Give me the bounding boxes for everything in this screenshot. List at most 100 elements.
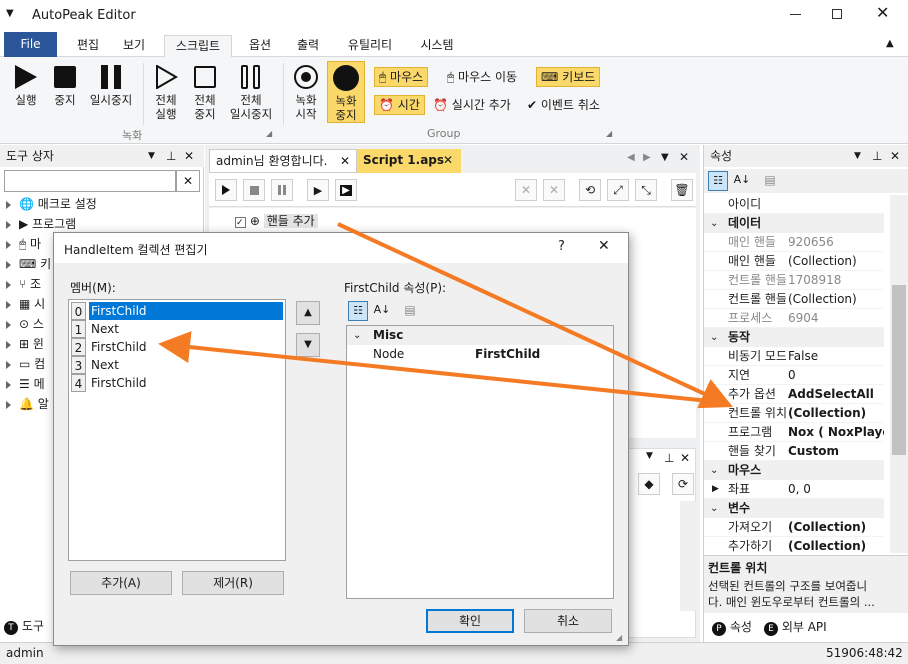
toolbox-bottom-tab[interactable]: T 도구 bbox=[4, 615, 44, 637]
editor-tab[interactable]: admin님 환영합니다. ✕ bbox=[209, 149, 357, 173]
member-item[interactable]: 4 FirstChild bbox=[71, 374, 283, 392]
tab-dropdown-icon[interactable]: ▼ bbox=[661, 152, 669, 163]
misc-category[interactable]: ⌄ Misc bbox=[347, 326, 613, 345]
tree-item[interactable]: ▦ 시 bbox=[6, 294, 45, 314]
move-down-button[interactable]: ▼ bbox=[296, 333, 320, 357]
refresh-button[interactable]: ⟲ bbox=[579, 179, 601, 201]
alphabetical-view-button[interactable]: A↓ bbox=[372, 301, 392, 321]
file-tab[interactable]: File bbox=[4, 32, 57, 57]
script-node[interactable]: ✓ ⊕ 핸들 추가 bbox=[235, 212, 318, 230]
property-row[interactable]: 매인 핸들 (Collection) bbox=[704, 252, 884, 271]
property-row[interactable]: 추가하기 (Collection) bbox=[704, 537, 884, 553]
trash-button[interactable]: 🗑 bbox=[671, 179, 693, 201]
resize-grip-icon[interactable]: ◢ bbox=[616, 633, 622, 642]
pin-icon[interactable]: ⊥ bbox=[166, 145, 176, 167]
tree-item[interactable]: ☰ 메 bbox=[6, 374, 45, 394]
reload-button[interactable]: ⟳ bbox=[672, 473, 694, 495]
run-button[interactable]: 실행 bbox=[8, 65, 44, 107]
pause-button[interactable]: 일시중지 bbox=[86, 65, 136, 107]
node-checkbox[interactable]: ✓ bbox=[235, 217, 246, 228]
minimize-icon[interactable] bbox=[790, 14, 801, 15]
run-all-button[interactable]: 전체 실행 bbox=[148, 64, 184, 121]
property-row[interactable]: 가져오기 (Collection) bbox=[704, 518, 884, 537]
member-item[interactable]: 3 Next bbox=[71, 356, 283, 374]
categorized-view-button[interactable]: ☷ bbox=[348, 301, 368, 321]
pin-icon[interactable]: ⊥ bbox=[872, 145, 882, 167]
event-cancel-toggle[interactable]: ✔ 이벤트 취소 bbox=[522, 95, 605, 115]
mouse-move-toggle[interactable]: 🖱 마우스 이동 bbox=[442, 67, 522, 87]
property-category[interactable]: ⌄ 동작 bbox=[704, 328, 884, 347]
play-block-button[interactable]: ▶ bbox=[335, 179, 357, 201]
scrollbar-thumb[interactable] bbox=[892, 285, 906, 455]
categorized-view-button[interactable]: ☷ bbox=[708, 171, 728, 191]
record-stop-button[interactable]: 녹화 중지 bbox=[327, 61, 365, 123]
stop-all-button[interactable]: 전체 중지 bbox=[188, 65, 222, 121]
property-scrollbar[interactable] bbox=[890, 195, 908, 553]
keyboard-toggle[interactable]: ⌨ 키보드 bbox=[536, 67, 601, 87]
pause-all-button[interactable]: 전체 일시중지 bbox=[226, 65, 276, 121]
tab-view[interactable]: 보기 bbox=[114, 35, 154, 57]
remove-button[interactable]: 제거(R) bbox=[182, 571, 284, 595]
maximize-icon[interactable] bbox=[832, 9, 842, 19]
member-item[interactable]: 2 FirstChild bbox=[71, 338, 283, 356]
group-launcher-icon[interactable]: ◢ bbox=[266, 129, 272, 138]
tab-options[interactable]: 옵션 bbox=[240, 35, 280, 57]
editor-tab-active[interactable]: Script 1.aps ✕ bbox=[357, 149, 461, 173]
property-category[interactable]: ⌄ 변수 bbox=[704, 499, 884, 518]
property-row[interactable]: 프로세스 6904 bbox=[704, 309, 884, 328]
scroll-left-icon[interactable]: ◀ bbox=[627, 152, 635, 163]
panel-close-icon[interactable]: ✕ bbox=[680, 451, 690, 465]
record-start-button[interactable]: 녹화 시작 bbox=[288, 65, 324, 121]
close-panel-icon[interactable]: ✕ bbox=[184, 145, 194, 167]
dropdown-icon[interactable]: ▼ bbox=[148, 145, 155, 167]
tab-output[interactable]: 출력 bbox=[288, 35, 328, 57]
mouse-toggle[interactable]: 🖱 마우스 bbox=[374, 67, 429, 87]
tree-item[interactable]: ▭ 컴 bbox=[6, 354, 45, 374]
property-row[interactable]: 컨트롤 핸들 1708918 bbox=[704, 271, 884, 290]
stop-button[interactable] bbox=[243, 179, 265, 201]
close-tab-icon[interactable]: ✕ bbox=[340, 150, 350, 172]
dropdown-icon[interactable]: ▼ bbox=[854, 145, 861, 167]
tree-item[interactable]: ⊞ 윈 bbox=[6, 334, 44, 354]
tab-system[interactable]: 시스템 bbox=[410, 35, 464, 57]
play-frame-button[interactable]: ▶ bbox=[307, 179, 329, 201]
tree-item[interactable]: 🖱 마 bbox=[6, 234, 41, 254]
tree-item[interactable]: ⊙ 스 bbox=[6, 314, 44, 334]
scroll-right-icon[interactable]: ▶ bbox=[643, 152, 651, 163]
tree-item[interactable]: 🔔 알 bbox=[6, 394, 49, 414]
app-menu-icon[interactable]: ▼ bbox=[6, 8, 14, 19]
tab-utility[interactable]: 유틸리티 bbox=[338, 35, 402, 57]
group-launcher-icon[interactable]: ◢ bbox=[606, 129, 612, 138]
external-api-tab[interactable]: E 외부 API bbox=[760, 616, 831, 638]
node-property-row[interactable]: Node FirstChild bbox=[347, 345, 613, 364]
alphabetical-view-button[interactable]: A↓ bbox=[732, 171, 752, 191]
property-row[interactable]: 비동기 모드 False bbox=[704, 347, 884, 366]
collapse-button[interactable]: ⤡ bbox=[635, 179, 657, 201]
property-row[interactable]: 아이디 bbox=[704, 195, 884, 214]
property-row[interactable]: 핸들 찾기 Custom bbox=[704, 442, 884, 461]
clear-search-button[interactable]: ✕ bbox=[176, 170, 200, 192]
panel-pin-icon[interactable]: ⊥ bbox=[664, 451, 674, 465]
realtime-add-toggle[interactable]: ⏰ 실시간 추가 bbox=[428, 95, 516, 115]
add-button[interactable]: 추가(A) bbox=[70, 571, 172, 595]
properties-tab[interactable]: P 속성 bbox=[708, 616, 756, 638]
property-pages-button[interactable]: ▤ bbox=[400, 301, 420, 321]
close-panel-icon[interactable]: ✕ bbox=[890, 145, 900, 167]
ok-button[interactable]: 확인 bbox=[426, 609, 514, 633]
property-pages-button[interactable]: ▤ bbox=[760, 171, 780, 191]
tree-item[interactable]: 🌐 매크로 설정 bbox=[6, 194, 97, 214]
time-toggle[interactable]: ⏰ 시간 bbox=[374, 95, 425, 115]
property-row[interactable]: 추가 옵션 AddSelectAll bbox=[704, 385, 884, 404]
move-up-button[interactable]: ▲ bbox=[296, 301, 320, 325]
help-button[interactable]: ? bbox=[558, 239, 565, 254]
member-item[interactable]: 0 FirstChild bbox=[71, 302, 283, 320]
tree-item[interactable]: ▶ 프로그램 bbox=[6, 214, 76, 234]
dialog-close-icon[interactable]: ✕ bbox=[598, 238, 610, 254]
property-category[interactable]: ⌄ 마우스 bbox=[704, 461, 884, 480]
tab-script[interactable]: 스크립트 bbox=[164, 35, 232, 58]
close-icon[interactable]: ✕ bbox=[876, 3, 889, 22]
pause-button[interactable] bbox=[271, 179, 293, 201]
collapse-ribbon-icon[interactable]: ▲ bbox=[886, 38, 894, 49]
property-row[interactable]: 매인 핸들 920656 bbox=[704, 233, 884, 252]
panel-dropdown-icon[interactable]: ▼ bbox=[646, 451, 653, 461]
